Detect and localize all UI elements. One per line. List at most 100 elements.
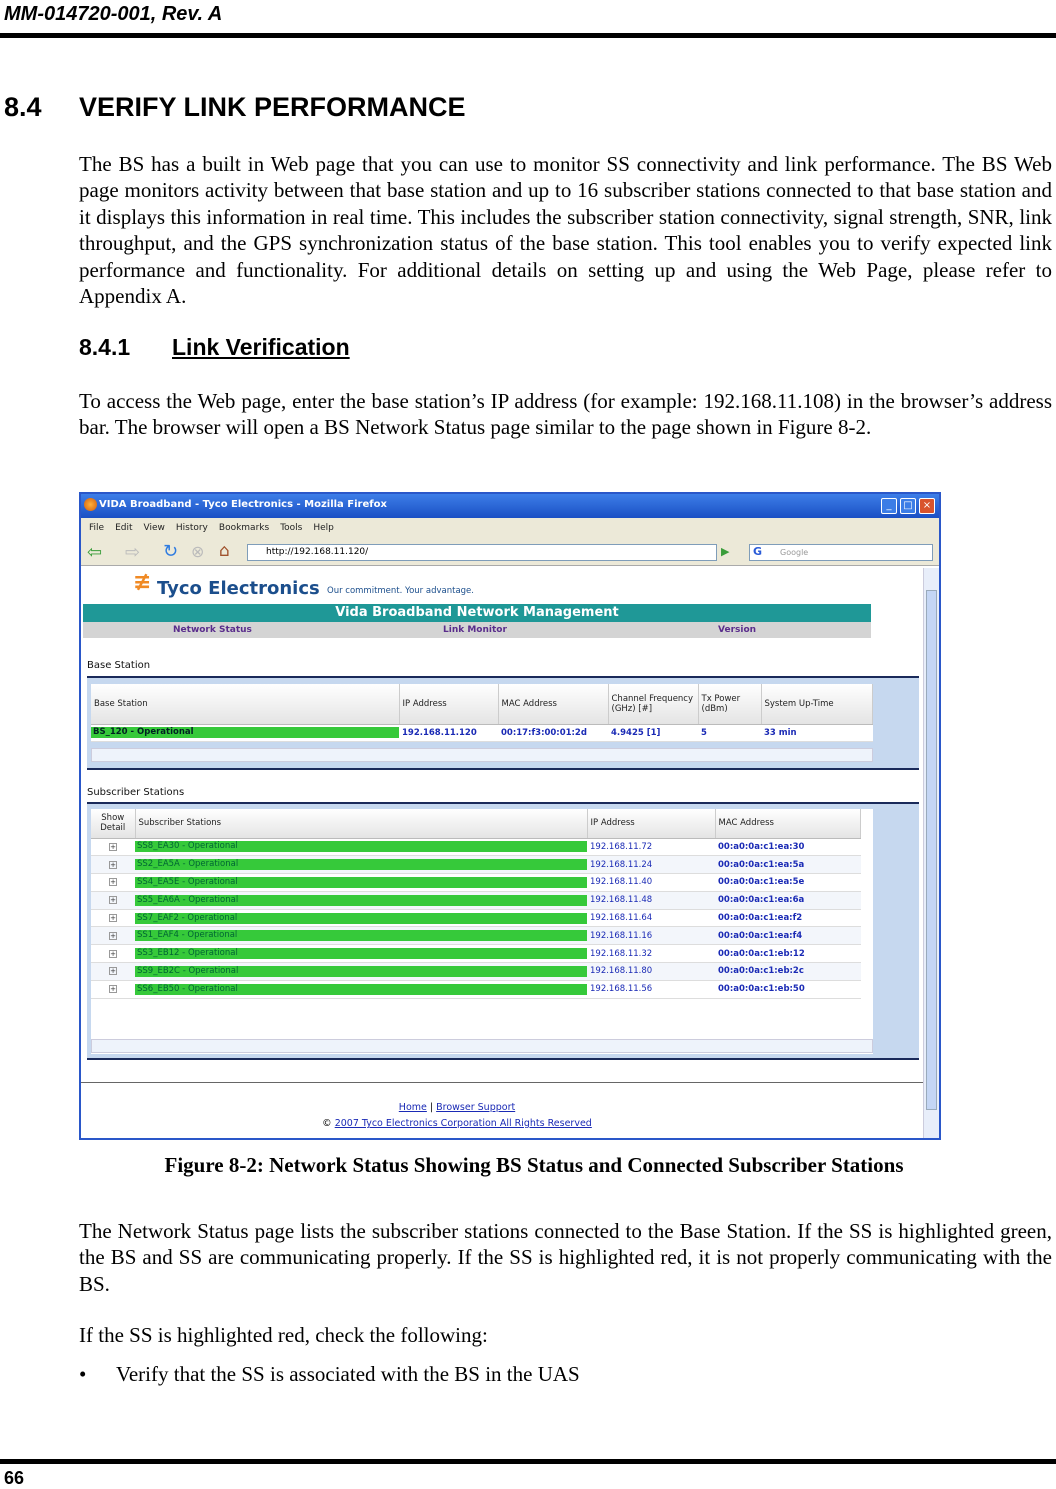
bs-row[interactable]: BS_120 - Operational 192.168.11.120 00:1… (91, 724, 873, 743)
bs-col-name: Base Station (91, 684, 400, 725)
ss-row[interactable]: + SS9_EB2C - Operational 192.168.11.80 0… (91, 962, 861, 981)
back-arrow-icon[interactable]: ⇦ (87, 542, 102, 563)
ss-row[interactable]: + SS8_EA30 - Operational 192.168.11.72 0… (91, 838, 861, 857)
footer-links: Home | Browser Support (81, 1102, 833, 1113)
menu-help[interactable]: Help (313, 523, 334, 533)
bs-uptime: 33 min (761, 724, 873, 743)
ss-mac: 00:a0:0a:c1:ea:f4 (715, 926, 861, 946)
menu-bookmarks[interactable]: Bookmarks (219, 523, 269, 533)
menu-view[interactable]: View (144, 523, 165, 533)
menu-file[interactable]: File (89, 523, 104, 533)
ss-row[interactable]: + SS2_EA5A - Operational 192.168.11.24 0… (91, 855, 861, 875)
ss-status: SS3_EB12 - Operational (135, 948, 587, 960)
ss-col-detail: Show Detail (91, 809, 136, 839)
ss-row[interactable]: + SS5_EA6A - Operational 192.168.11.48 0… (91, 891, 861, 910)
go-icon[interactable]: ▶ (721, 545, 729, 558)
google-icon: G (753, 545, 763, 558)
maximize-icon[interactable]: □ (900, 498, 916, 514)
ss-horizontal-scrollbar[interactable] (91, 1039, 873, 1053)
ss-panel: Show Detail Subscriber Stations IP Addre… (87, 802, 919, 1060)
ss-ip: 192.168.11.32 (587, 944, 715, 964)
tyco-logo-icon: ≢ (133, 570, 152, 595)
copyright-link[interactable]: 2007 Tyco Electronics Corporation All Ri… (335, 1118, 592, 1129)
copyright-symbol: © (322, 1118, 332, 1129)
ss-status: SS5_EA6A - Operational (135, 894, 587, 906)
forward-arrow-icon[interactable]: ⇨ (125, 542, 140, 563)
address-bar[interactable]: http://192.168.11.120/ (247, 544, 717, 561)
reload-icon[interactable]: ↻ (163, 541, 178, 562)
firefox-icon (84, 498, 97, 511)
ss-section-label: Subscriber Stations (87, 787, 185, 798)
ss-row[interactable]: + SS3_EB12 - Operational 192.168.11.32 0… (91, 944, 861, 964)
stop-icon[interactable]: ⊗ (191, 542, 204, 561)
app-nav: Network Status Link Monitor Version (83, 622, 871, 638)
access-paragraph: To access the Web page, enter the base s… (79, 389, 1052, 440)
nav-version[interactable]: Version (718, 625, 756, 635)
expand-icon[interactable]: + (109, 896, 117, 905)
header-rule (0, 33, 1056, 38)
ss-ip: 192.168.11.64 (587, 909, 715, 928)
bullet-item: Verify that the SS is associated with th… (116, 1362, 580, 1386)
bs-status: BS_120 - Operational (91, 727, 399, 739)
bs-ip: 192.168.11.120 (399, 724, 498, 743)
bs-section-label: Base Station (87, 660, 151, 671)
menu-bar: File Edit View History Bookmarks Tools Help (81, 518, 939, 540)
search-input[interactable]: Google (749, 544, 933, 561)
figure-caption: Figure 8-2: Network Status Showing BS St… (164, 1153, 904, 1177)
home-icon[interactable]: ⌂ (219, 541, 230, 561)
ss-ip: 192.168.11.56 (587, 980, 715, 999)
intro-paragraph: The BS has a built in Web page that you … (79, 152, 1052, 309)
expand-icon[interactable]: + (109, 949, 117, 958)
navigation-toolbar: ⇦ ⇨ ↻ ⊗ ⌂ http://192.168.11.120/ ▶ Googl… (81, 540, 939, 566)
menu-tools[interactable]: Tools (280, 523, 302, 533)
nav-link-monitor[interactable]: Link Monitor (443, 625, 507, 635)
browser-screenshot: VIDA Broadband - Tyco Electronics - Mozi… (79, 492, 941, 1140)
ss-row[interactable]: + SS7_EAF2 - Operational 192.168.11.64 0… (91, 909, 861, 928)
document-header: MM-014720-001, Rev. A (4, 3, 223, 25)
ss-row[interactable]: + SS1_EAF4 - Operational 192.168.11.16 0… (91, 926, 861, 946)
expand-icon[interactable]: + (109, 967, 117, 976)
expand-icon[interactable]: + (109, 931, 117, 940)
home-link[interactable]: Home (399, 1102, 427, 1113)
close-icon[interactable]: × (919, 498, 935, 514)
footer-separator: | (429, 1102, 434, 1113)
browser-support-link[interactable]: Browser Support (436, 1102, 515, 1113)
ss-status: SS2_EA5A - Operational (135, 859, 587, 871)
footer-divider (81, 1082, 923, 1083)
ss-ip: 192.168.11.24 (587, 855, 715, 875)
minimize-icon[interactable]: _ (881, 498, 897, 514)
expand-icon[interactable]: + (109, 914, 117, 923)
footer-rule (0, 1459, 1056, 1464)
expand-icon[interactable]: + (109, 860, 117, 869)
ss-ip: 192.168.11.48 (587, 891, 715, 910)
subsection-heading: 8.4.1 Link Verification (79, 334, 350, 360)
ss-status: SS1_EAF4 - Operational (135, 930, 587, 942)
nav-network-status[interactable]: Network Status (173, 625, 252, 635)
bs-col-uptime: System Up-Time (761, 684, 873, 725)
ss-status: SS8_EA30 - Operational (135, 841, 587, 853)
expand-icon[interactable]: + (109, 842, 117, 851)
expand-icon[interactable]: + (109, 985, 117, 994)
ss-col-mac: MAC Address (715, 809, 861, 839)
ss-row[interactable]: + SS4_EA5E - Operational 192.168.11.40 0… (91, 873, 861, 892)
bs-frequency: 4.9425 [1] (608, 724, 698, 743)
ss-table: Show Detail Subscriber Stations IP Addre… (91, 809, 861, 999)
ss-ip: 192.168.11.40 (587, 873, 715, 892)
vertical-scrollbar[interactable] (923, 568, 939, 1138)
ss-status: SS9_EB2C - Operational (135, 965, 587, 977)
bullet-icon: • (79, 1362, 87, 1386)
bs-col-freq: Channel Frequency (GHz) [#] (608, 684, 699, 725)
menu-history[interactable]: History (176, 523, 208, 533)
ss-mac: 00:a0:0a:c1:ea:5a (715, 855, 861, 875)
bs-col-mac: MAC Address (498, 684, 609, 725)
scrollbar-thumb[interactable] (926, 590, 937, 1110)
bs-panel: Base Station IP Address MAC Address Chan… (87, 676, 919, 770)
menu-edit[interactable]: Edit (115, 523, 132, 533)
ss-row[interactable]: + SS6_EB50 - Operational 192.168.11.56 0… (91, 980, 861, 999)
expand-icon[interactable]: + (109, 878, 117, 887)
bs-horizontal-scrollbar[interactable] (91, 748, 873, 762)
ss-mac: 00:a0:0a:c1:eb:50 (715, 980, 861, 999)
bs-col-ip: IP Address (399, 684, 499, 725)
ss-mac: 00:a0:0a:c1:eb:2c (715, 962, 861, 981)
status-paragraph: The Network Status page lists the subscr… (79, 1219, 1052, 1296)
